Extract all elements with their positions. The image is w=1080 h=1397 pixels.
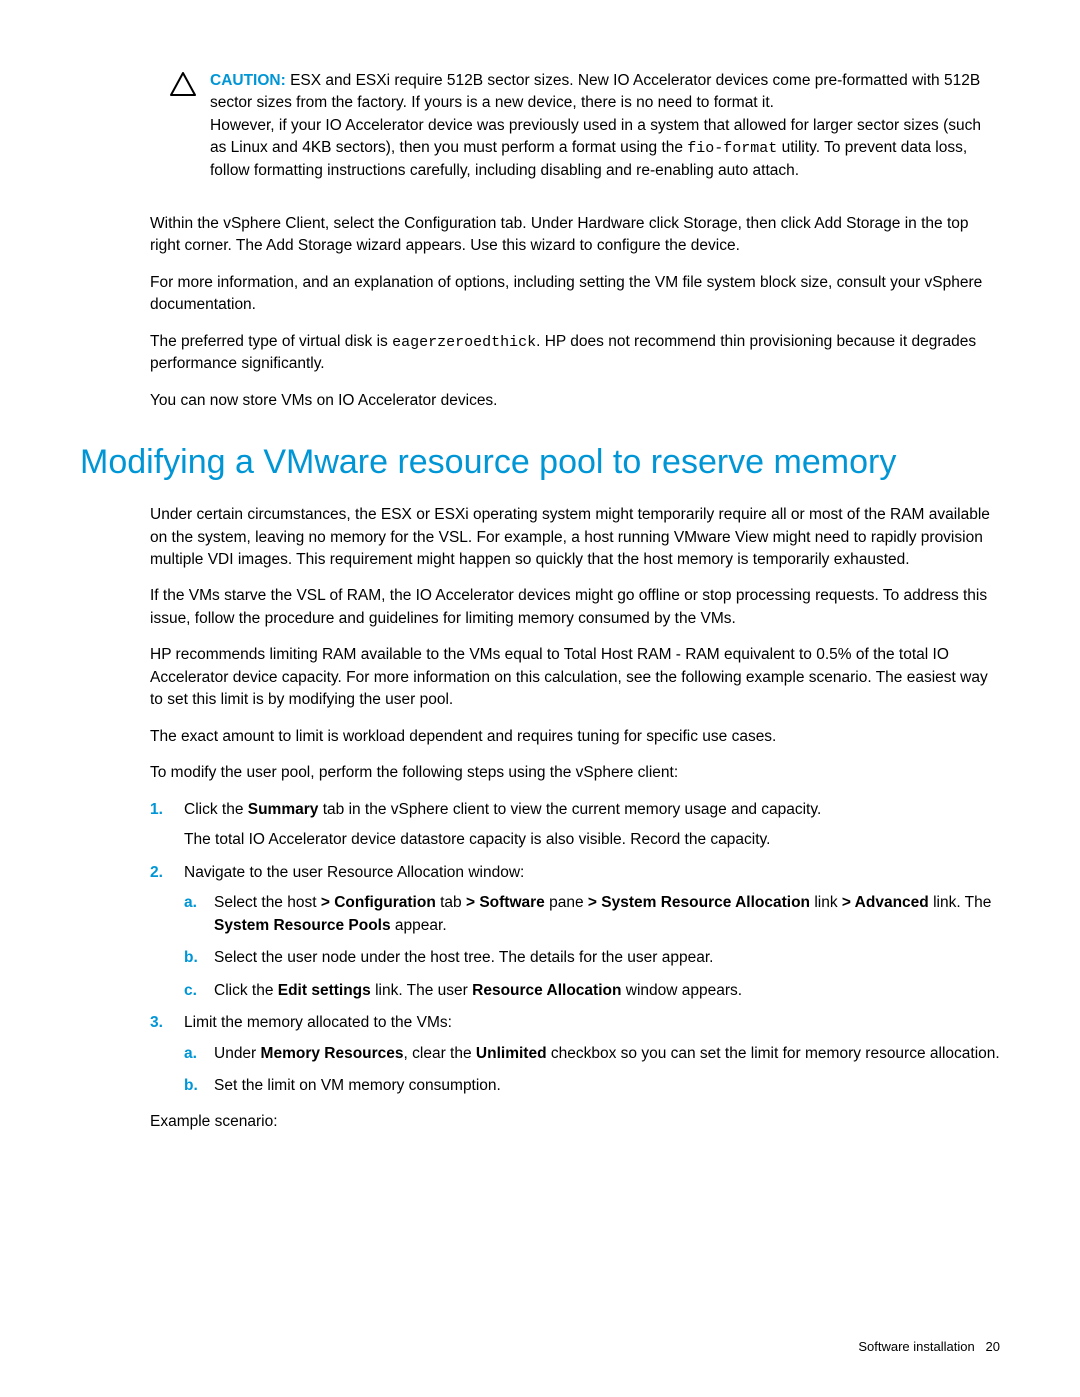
section-p1: Under certain circumstances, the ESX or …: [150, 504, 1000, 571]
step-3b-text: Set the limit on VM memory consumption.: [214, 1077, 501, 1094]
step-3b-num: b.: [184, 1075, 198, 1097]
step-1-line1-b: Summary: [248, 801, 319, 818]
step-3-num: 3.: [150, 1012, 163, 1034]
step-2c-t2: link. The user: [371, 982, 472, 999]
step-2: 2. Navigate to the user Resource Allocat…: [150, 862, 1000, 1002]
step-3a-t3: checkbox so you can set the limit for me…: [547, 1045, 1000, 1062]
section-heading: Modifying a VMware resource pool to rese…: [80, 440, 1000, 486]
caution-code: fio-format: [687, 140, 777, 157]
step-1-num: 1.: [150, 799, 163, 821]
step-2a-t1: Select the host: [214, 894, 321, 911]
step-2a: a. Select the host > Configuration tab >…: [184, 892, 1000, 937]
step-2b-text: Select the user node under the host tree…: [214, 949, 713, 966]
caution-paragraph-1: ESX and ESXi require 512B sector sizes. …: [210, 72, 980, 111]
step-2a-b1: > Configuration: [321, 894, 436, 911]
caution-block: CAUTION: ESX and ESXi require 512B secto…: [170, 70, 1000, 183]
step-1-line1-a: Click the: [184, 801, 248, 818]
step-1: 1. Click the Summary tab in the vSphere …: [150, 799, 1000, 852]
intro-p1: Within the vSphere Client, select the Co…: [150, 213, 1000, 258]
step-2b: b. Select the user node under the host t…: [184, 947, 1000, 969]
section-p2: If the VMs starve the VSL of RAM, the IO…: [150, 585, 1000, 630]
step-2c-b2: Resource Allocation: [472, 982, 621, 999]
intro-p4: You can now store VMs on IO Accelerator …: [150, 390, 1000, 412]
intro-p3: The preferred type of virtual disk is ea…: [150, 331, 1000, 376]
step-2a-b2: > Software: [466, 894, 545, 911]
step-2a-t5: link. The: [929, 894, 992, 911]
step-1-line1: Click the Summary tab in the vSphere cli…: [184, 799, 1000, 821]
step-3a-t2: , clear the: [404, 1045, 476, 1062]
section-body: Under certain circumstances, the ESX or …: [150, 504, 1000, 1134]
section-p3: HP recommends limiting RAM available to …: [150, 644, 1000, 711]
intro-p2: For more information, and an explanation…: [150, 272, 1000, 317]
step-2a-t4: link: [810, 894, 842, 911]
step-2a-b4: > Advanced: [842, 894, 929, 911]
step-3-sublist: a. Under Memory Resources, clear the Unl…: [184, 1043, 1000, 1098]
step-2a-b3: > System Resource Allocation: [588, 894, 810, 911]
step-3b: b. Set the limit on VM memory consumptio…: [184, 1075, 1000, 1097]
section-p4: The exact amount to limit is workload de…: [150, 726, 1000, 748]
intro-p3-code: eagerzeroedthick: [392, 334, 536, 351]
step-1-line1-c: tab in the vSphere client to view the cu…: [318, 801, 821, 818]
step-2-num: 2.: [150, 862, 163, 884]
step-3-line1: Limit the memory allocated to the VMs:: [184, 1012, 1000, 1034]
step-3a: a. Under Memory Resources, clear the Unl…: [184, 1043, 1000, 1065]
intro-block: Within the vSphere Client, select the Co…: [150, 213, 1000, 413]
step-2a-t6: appear.: [391, 917, 447, 934]
step-2a-t2: tab: [436, 894, 466, 911]
step-3a-t1: Under: [214, 1045, 261, 1062]
step-3a-b2: Unlimited: [476, 1045, 547, 1062]
intro-p3-a: The preferred type of virtual disk is: [150, 333, 392, 350]
step-1-line2: The total IO Accelerator device datastor…: [184, 829, 1000, 851]
step-3a-num: a.: [184, 1043, 197, 1065]
page: CAUTION: ESX and ESXi require 512B secto…: [0, 0, 1080, 1397]
caution-triangle-icon: [170, 70, 204, 96]
footer-section: Software installation: [858, 1339, 974, 1354]
page-footer: Software installation 20: [858, 1338, 1000, 1357]
step-2c: c. Click the Edit settings link. The use…: [184, 980, 1000, 1002]
step-2c-t3: window appears.: [621, 982, 742, 999]
step-2c-num: c.: [184, 980, 197, 1002]
caution-text: CAUTION: ESX and ESXi require 512B secto…: [204, 70, 1000, 183]
section-p5: To modify the user pool, perform the fol…: [150, 762, 1000, 784]
caution-label: CAUTION:: [210, 72, 286, 89]
step-2b-num: b.: [184, 947, 198, 969]
step-3: 3. Limit the memory allocated to the VMs…: [150, 1012, 1000, 1097]
step-2c-t1: Click the: [214, 982, 278, 999]
step-3a-b1: Memory Resources: [261, 1045, 404, 1062]
step-2-sublist: a. Select the host > Configuration tab >…: [184, 892, 1000, 1002]
step-2c-b1: Edit settings: [278, 982, 371, 999]
footer-page-number: 20: [986, 1339, 1000, 1354]
section-p6: Example scenario:: [150, 1111, 1000, 1133]
step-2-line1: Navigate to the user Resource Allocation…: [184, 862, 1000, 884]
step-2a-t3: pane: [545, 894, 588, 911]
step-2a-b5: System Resource Pools: [214, 917, 391, 934]
step-2a-num: a.: [184, 892, 197, 914]
steps-list: 1. Click the Summary tab in the vSphere …: [150, 799, 1000, 1098]
